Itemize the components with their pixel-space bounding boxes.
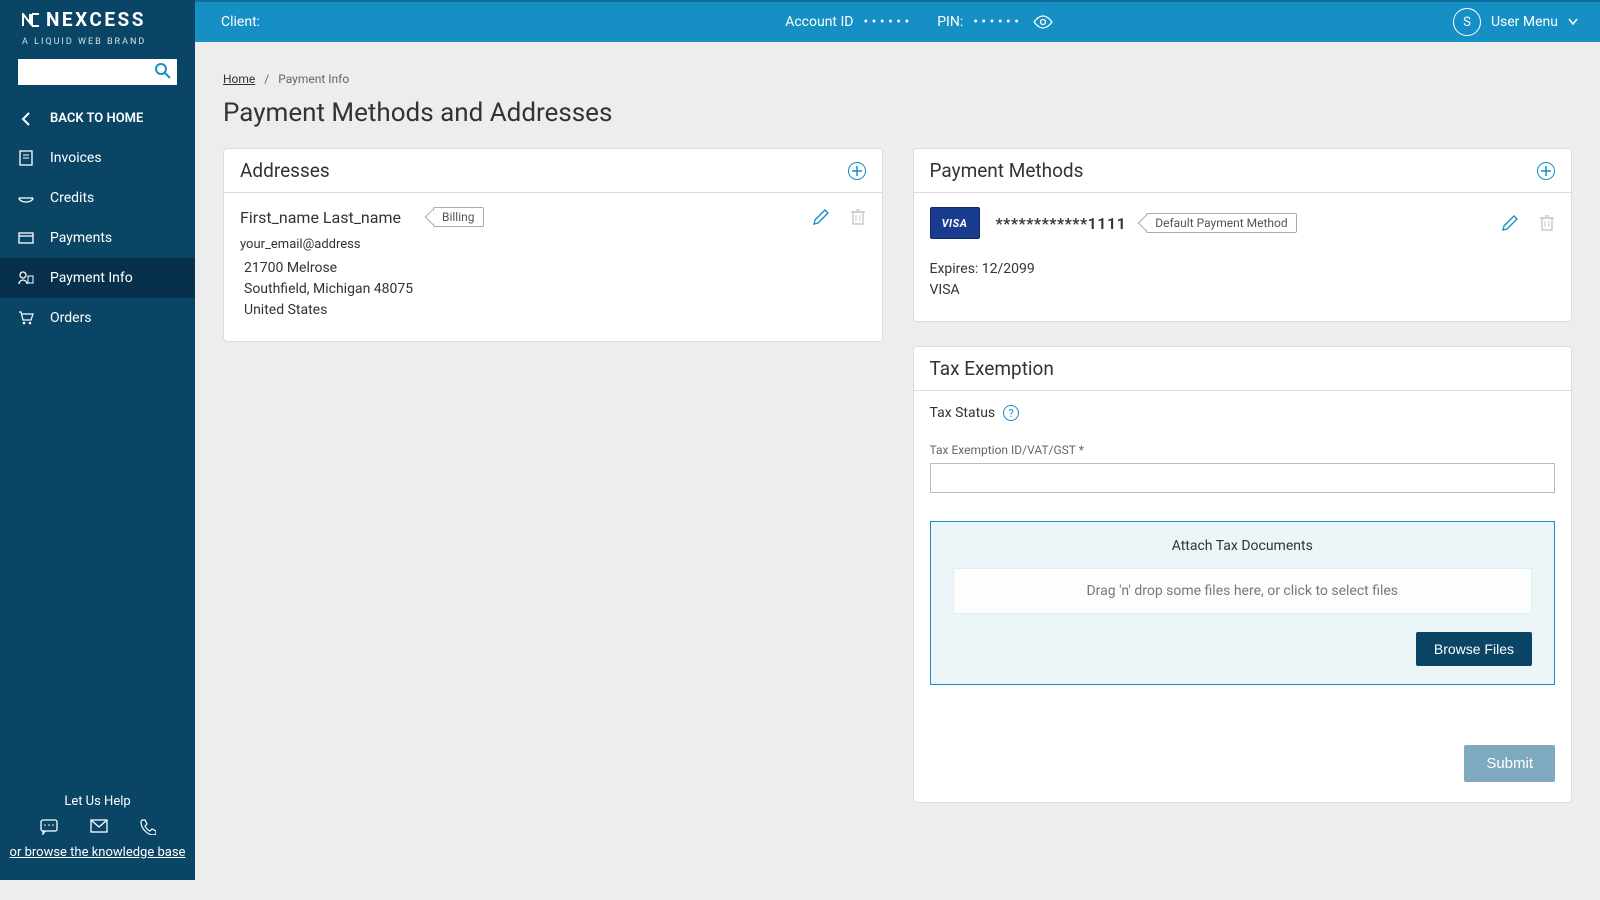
payment-info-icon [18, 271, 34, 285]
edit-address-icon[interactable] [812, 208, 830, 226]
tax-status-label: Tax Status [930, 405, 996, 421]
pin-label: PIN: [937, 14, 963, 30]
breadcrumb-sep: / [264, 72, 269, 86]
address-name: First_name Last_name [240, 208, 401, 227]
mail-icon[interactable] [90, 819, 108, 835]
card-expires: Expires: 12/2099 [930, 259, 1556, 280]
user-menu-label[interactable]: User Menu [1491, 14, 1558, 30]
sidebar-item-label: Payment Info [50, 270, 133, 286]
breadcrumb: Home / Payment Info [223, 72, 1572, 86]
main-content: Home / Payment Info Payment Methods and … [195, 42, 1600, 857]
eye-icon[interactable] [1033, 15, 1053, 29]
address-line2: Southfield, Michigan 48075 [240, 279, 866, 300]
pin-value: • • • • • • [973, 14, 1019, 30]
topbar: Client: Account ID • • • • • • PIN: • • … [195, 0, 1600, 42]
breadcrumb-current: Payment Info [278, 72, 349, 86]
delete-address-icon[interactable] [850, 208, 866, 226]
avatar[interactable]: S [1453, 8, 1481, 36]
cart-icon [18, 311, 34, 325]
page-title: Payment Methods and Addresses [223, 98, 1572, 128]
chevron-left-icon [18, 112, 34, 126]
sidebar-help: Let Us Help or browse the knowledge base [0, 794, 195, 860]
phone-icon[interactable] [140, 819, 156, 835]
search-icon[interactable] [153, 61, 173, 81]
card-brand: VISA [930, 280, 1556, 301]
sidebar-item-payment-info[interactable]: Payment Info [0, 258, 195, 298]
sidebar-item-label: Credits [50, 190, 94, 206]
help-icon[interactable]: ? [1003, 405, 1019, 421]
billing-tag: Billing [433, 207, 484, 227]
help-title: Let Us Help [0, 794, 195, 809]
address-line1: 21700 Melrose [240, 258, 866, 279]
dropzone-title: Attach Tax Documents [953, 538, 1533, 554]
sidebar: NEXCESS A LIQUID WEB BRAND BACK TO HOME … [0, 0, 195, 880]
add-address-button[interactable] [848, 162, 866, 180]
client-label: Client: [221, 14, 260, 30]
address-email: your_email@address [240, 237, 866, 252]
submit-button[interactable]: Submit [1464, 745, 1555, 782]
nav-back-home[interactable]: BACK TO HOME [0, 99, 195, 138]
tax-title: Tax Exemption [930, 357, 1054, 380]
brand-logo[interactable]: NEXCESS [0, 0, 195, 37]
sidebar-item-label: Invoices [50, 150, 102, 166]
account-id-label: Account ID [785, 14, 853, 30]
tax-exemption-card: Tax Exemption Tax Status ? Tax Exemption… [913, 346, 1573, 803]
addresses-title: Addresses [240, 159, 330, 182]
payment-methods-card: Payment Methods VISA ************1111 De… [913, 148, 1573, 322]
invoice-icon [18, 150, 34, 166]
sidebar-item-credits[interactable]: Credits [0, 178, 195, 218]
tax-id-input[interactable] [930, 463, 1556, 493]
tax-id-label: Tax Exemption ID/VAT/GST * [930, 443, 1556, 457]
delete-payment-icon[interactable] [1539, 214, 1555, 232]
breadcrumb-home[interactable]: Home [223, 72, 255, 86]
sidebar-item-invoices[interactable]: Invoices [0, 138, 195, 178]
chat-icon[interactable] [40, 819, 58, 835]
dropzone-hint[interactable]: Drag 'n' drop some files here, or click … [953, 568, 1533, 614]
nav-back-label: BACK TO HOME [50, 111, 143, 126]
addresses-card: Addresses First_name Last_name Billing [223, 148, 883, 342]
sidebar-search [18, 59, 177, 85]
card-number: ************1111 [996, 214, 1127, 233]
sidebar-item-orders[interactable]: Orders [0, 298, 195, 338]
browse-files-button[interactable]: Browse Files [1416, 632, 1532, 666]
credits-icon [18, 192, 34, 204]
brand-name: NEXCESS [46, 8, 146, 31]
default-payment-tag: Default Payment Method [1146, 213, 1296, 233]
payment-methods-title: Payment Methods [930, 159, 1084, 182]
tax-documents-dropzone[interactable]: Attach Tax Documents Drag 'n' drop some … [930, 521, 1556, 685]
card-brand-badge: VISA [930, 207, 980, 239]
edit-payment-icon[interactable] [1501, 214, 1519, 232]
payments-icon [18, 232, 34, 244]
account-id-value: • • • • • • [863, 14, 909, 30]
chevron-down-icon[interactable] [1568, 18, 1578, 26]
add-payment-method-button[interactable] [1537, 162, 1555, 180]
sidebar-item-payments[interactable]: Payments [0, 218, 195, 258]
sidebar-item-label: Orders [50, 310, 92, 326]
brand-logo-icon [22, 13, 40, 27]
brand-tagline: A LIQUID WEB BRAND [0, 37, 195, 59]
sidebar-item-label: Payments [50, 230, 112, 246]
address-line3: United States [240, 300, 866, 321]
kb-link[interactable]: or browse the knowledge base [10, 845, 186, 860]
